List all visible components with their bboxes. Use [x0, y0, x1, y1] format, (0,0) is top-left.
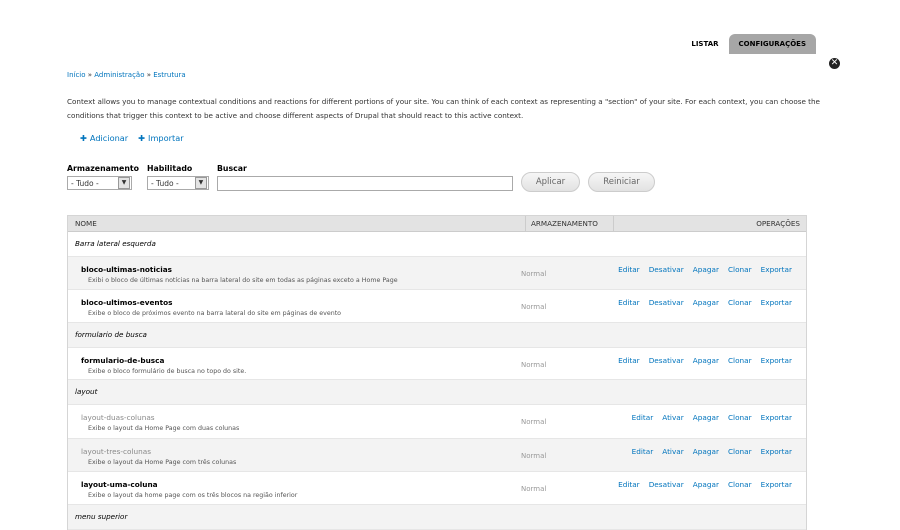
context-description: Exibe o layout da Home Page com três col…: [88, 459, 237, 466]
delete-link[interactable]: Apagar: [693, 265, 719, 274]
operations: Editar Desativar Apagar Clonar Exportar: [618, 356, 792, 365]
context-storage: Normal: [521, 452, 547, 460]
search-input[interactable]: [216, 176, 513, 191]
context-storage: Normal: [521, 270, 547, 278]
enable-link[interactable]: Ativar: [662, 447, 684, 456]
contexts-table: NOME ARMAZENAMENTO OPERAÇÕES Barra later…: [67, 215, 807, 530]
export-link[interactable]: Exportar: [761, 413, 792, 422]
operations: Editar Desativar Apagar Clonar Exportar: [618, 265, 792, 274]
context-name: layout-duas-colunas: [81, 413, 155, 422]
header-storage: ARMAZENAMENTO: [525, 216, 613, 231]
edit-link[interactable]: Editar: [618, 265, 640, 274]
edit-link[interactable]: Editar: [632, 413, 654, 422]
export-link[interactable]: Exportar: [761, 265, 792, 274]
table-row: layout-uma-coluna Exibe o layout da home…: [68, 472, 806, 505]
export-link[interactable]: Exportar: [761, 298, 792, 307]
tab-list[interactable]: LISTAR: [681, 34, 728, 54]
table-header: NOME ARMAZENAMENTO OPERAÇÕES: [68, 216, 806, 232]
context-storage: Normal: [521, 303, 547, 311]
dropdown-arrow-icon: ▼: [118, 177, 130, 189]
context-name: formulario-de-busca: [81, 356, 165, 365]
disable-link[interactable]: Desativar: [649, 356, 684, 365]
context-name: layout-tres-colunas: [81, 447, 152, 456]
export-link[interactable]: Exportar: [761, 356, 792, 365]
import-context-link[interactable]: ✚ Importar: [138, 133, 183, 143]
header-operations: OPERAÇÕES: [613, 216, 806, 231]
clone-link[interactable]: Clonar: [728, 480, 752, 489]
group-row: layout: [68, 380, 806, 405]
search-label: Buscar: [216, 164, 247, 173]
enable-link[interactable]: Ativar: [662, 413, 684, 422]
edit-link[interactable]: Editar: [618, 480, 640, 489]
delete-link[interactable]: Apagar: [693, 480, 719, 489]
plus-icon: ✚: [80, 133, 87, 143]
header-name: NOME: [75, 219, 97, 228]
context-name: bloco-ultimas-noticias: [81, 265, 172, 274]
storage-filter-select[interactable]: - Tudo - ▼: [67, 176, 132, 190]
help-text: Context allows you to manage contextual …: [67, 97, 820, 120]
table-row: formulario-de-busca Exibe o bloco formul…: [68, 348, 806, 380]
table-row: bloco-ultimas-noticias Exibi o bloco de …: [68, 257, 806, 290]
clone-link[interactable]: Clonar: [728, 356, 752, 365]
apply-button[interactable]: Aplicar: [521, 172, 580, 192]
table-row: bloco-ultimos-eventos Exibe o bloco de p…: [68, 290, 806, 323]
context-name: bloco-ultimos-eventos: [81, 298, 173, 307]
context-description: Exibe o layout da Home Page com duas col…: [88, 425, 240, 432]
operations: Editar Desativar Apagar Clonar Exportar: [618, 480, 792, 489]
breadcrumb-home[interactable]: Início: [67, 71, 86, 79]
clone-link[interactable]: Clonar: [728, 298, 752, 307]
delete-link[interactable]: Apagar: [693, 298, 719, 307]
group-row: menu superior: [68, 505, 806, 530]
disable-link[interactable]: Desativar: [649, 298, 684, 307]
operations: Editar Ativar Apagar Clonar Exportar: [632, 413, 792, 422]
edit-link[interactable]: Editar: [632, 447, 654, 456]
storage-filter-label: Armazenamento: [67, 164, 139, 173]
breadcrumb: Início » Administração » Estrutura: [67, 71, 186, 79]
primary-tabs: LISTAR CONFIGURAÇÕES: [681, 34, 816, 54]
breadcrumb-admin[interactable]: Administração: [94, 71, 144, 79]
context-description: Exibe o bloco formulário de busca no top…: [88, 368, 247, 375]
reset-button[interactable]: Reiniciar: [588, 172, 655, 192]
edit-link[interactable]: Editar: [618, 298, 640, 307]
disable-link[interactable]: Desativar: [649, 265, 684, 274]
breadcrumb-structure[interactable]: Estrutura: [153, 71, 185, 79]
disable-link[interactable]: Desativar: [649, 480, 684, 489]
filter-form: Armazenamento - Tudo - ▼ Habilitado - Tu…: [67, 164, 521, 191]
group-row: formulario de busca: [68, 323, 806, 348]
context-description: Exibe o layout da home page com os três …: [88, 492, 298, 499]
edit-link[interactable]: Editar: [618, 356, 640, 365]
table-row: layout-tres-colunas Exibe o layout da Ho…: [68, 439, 806, 472]
plus-icon: ✚: [138, 133, 146, 143]
enabled-filter-select[interactable]: - Tudo - ▼: [146, 176, 209, 190]
delete-link[interactable]: Apagar: [693, 413, 719, 422]
clone-link[interactable]: Clonar: [728, 447, 752, 456]
table-row: layout-duas-colunas Exibe o layout da Ho…: [68, 405, 806, 439]
tab-settings[interactable]: CONFIGURAÇÕES: [728, 34, 816, 54]
context-storage: Normal: [521, 485, 547, 493]
delete-link[interactable]: Apagar: [693, 447, 719, 456]
dropdown-arrow-icon: ▼: [194, 177, 207, 189]
group-row: Barra lateral esquerda: [68, 232, 806, 257]
close-icon[interactable]: ✕: [829, 58, 840, 69]
delete-link[interactable]: Apagar: [693, 356, 719, 365]
context-description: Exibe o bloco de próximos evento na barr…: [88, 310, 342, 317]
action-links: ✚ Adicionar ✚ Importar: [80, 133, 184, 143]
operations: Editar Ativar Apagar Clonar Exportar: [632, 447, 792, 456]
clone-link[interactable]: Clonar: [728, 265, 752, 274]
enabled-filter-label: Habilitado: [146, 164, 193, 173]
operations: Editar Desativar Apagar Clonar Exportar: [618, 298, 792, 307]
clone-link[interactable]: Clonar: [728, 413, 752, 422]
context-storage: Normal: [521, 418, 547, 426]
add-context-link[interactable]: ✚ Adicionar: [80, 133, 128, 143]
export-link[interactable]: Exportar: [761, 480, 792, 489]
context-storage: Normal: [521, 361, 547, 369]
context-name: layout-uma-coluna: [81, 480, 158, 489]
context-description: Exibi o bloco de últimas notícias na bar…: [88, 277, 398, 284]
export-link[interactable]: Exportar: [761, 447, 792, 456]
